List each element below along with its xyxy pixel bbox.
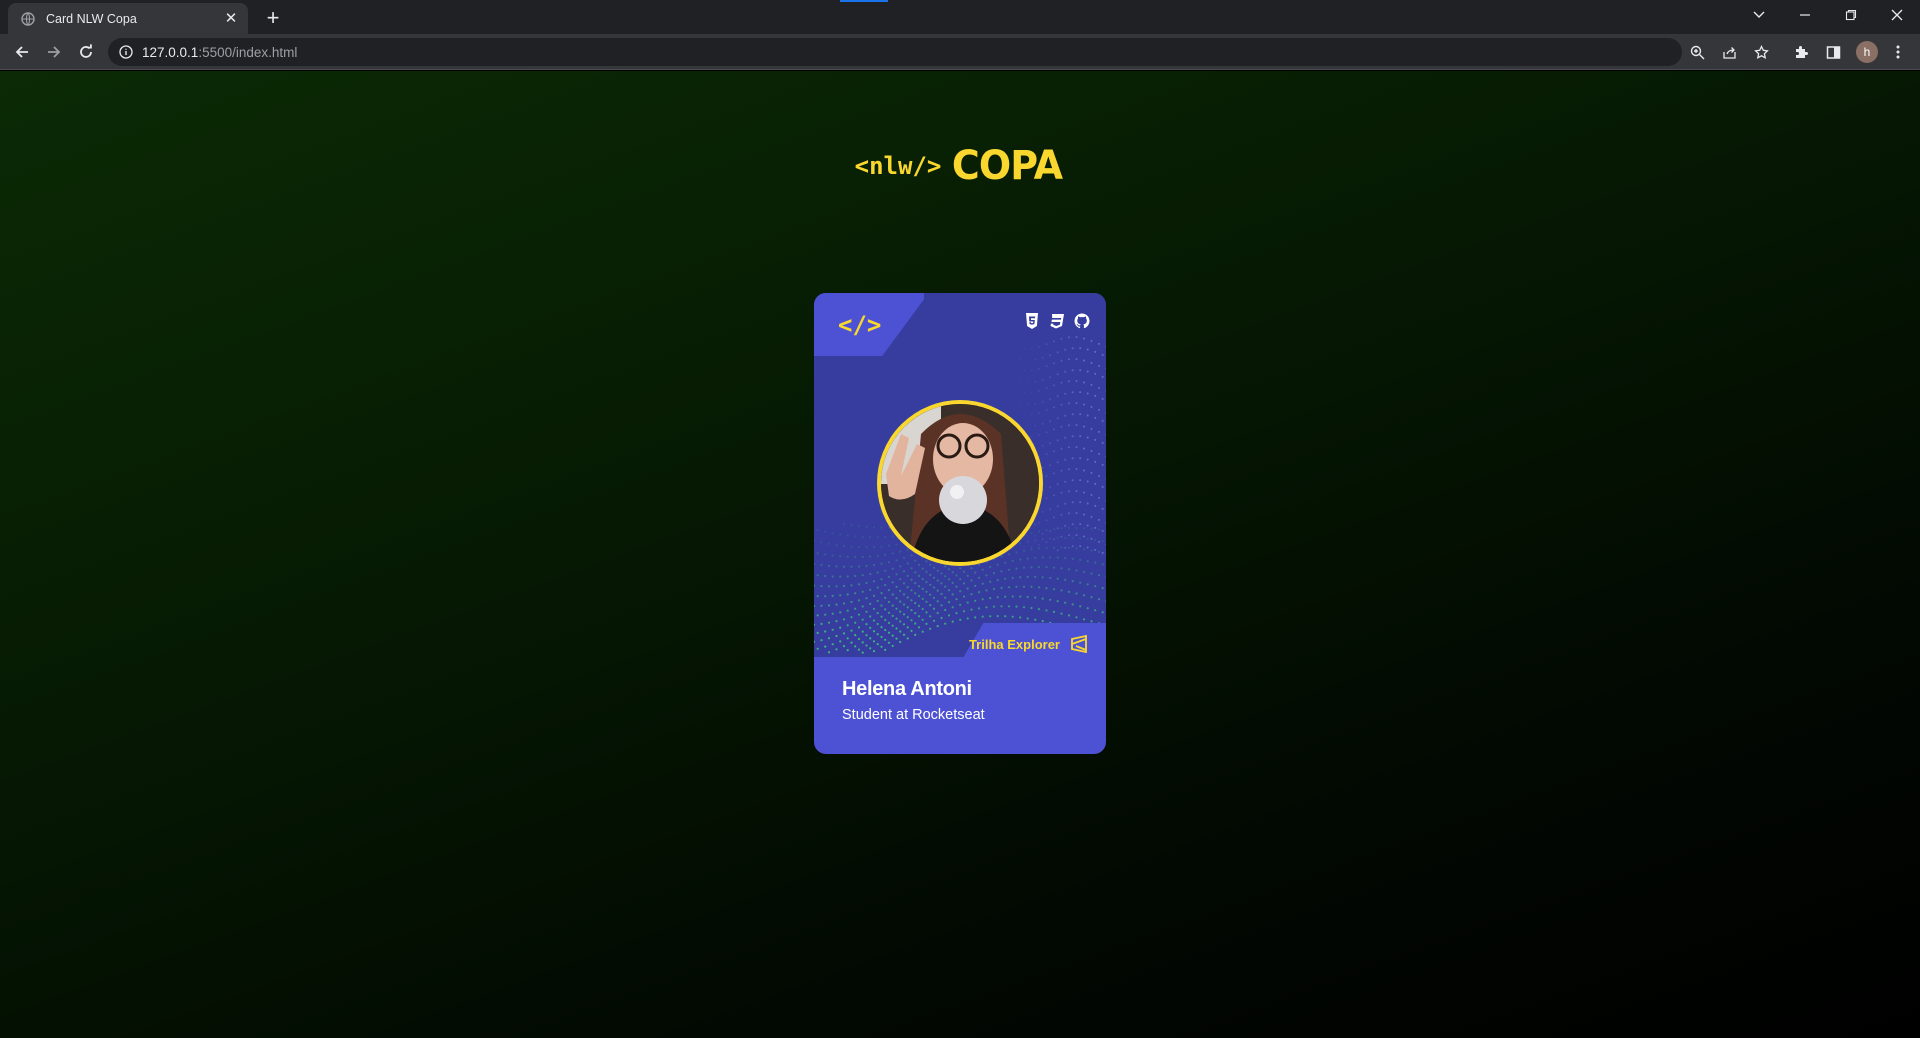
tech-icons <box>1024 313 1090 329</box>
person-role: Student at Rocketseat <box>842 707 985 723</box>
nlw-copa-logo: <nlw/> COPA <box>0 141 1920 191</box>
browser-tab-bar: Card NLW Copa ✕ + <box>0 0 1920 34</box>
logo-tag: <nlw/> <box>854 152 942 180</box>
html5-icon <box>1024 313 1040 329</box>
new-tab-button[interactable]: + <box>259 5 287 31</box>
tab-strip-accent <box>840 0 888 2</box>
restore-icon[interactable] <box>1828 0 1874 30</box>
profile-photo <box>877 400 1043 566</box>
address-bar[interactable]: 127.0.0.1:5500/index.html <box>108 38 1682 66</box>
trilha-label: Trilha Explorer <box>968 636 1060 652</box>
site-info-icon[interactable] <box>118 44 134 60</box>
profile-avatar[interactable]: h <box>1856 41 1878 63</box>
close-window-icon[interactable] <box>1874 0 1920 30</box>
minimize-icon[interactable] <box>1782 0 1828 30</box>
globe-icon <box>20 11 36 27</box>
logo-copa: COPA <box>952 143 1063 189</box>
trilha-badge: Trilha Explorer <box>969 633 1090 655</box>
close-tab-icon[interactable]: ✕ <box>222 10 240 28</box>
tab-title: Card NLW Copa <box>46 11 137 26</box>
css3-icon <box>1049 313 1065 329</box>
explorer-icon <box>1068 633 1090 655</box>
forward-arrow-icon[interactable] <box>40 39 68 65</box>
person-name: Helena Antoni <box>842 678 972 700</box>
url-host: 127.0.0.1 <box>142 44 199 60</box>
page-background: <nlw/> COPA </> Trilha Explorer Helena A… <box>0 71 1920 1038</box>
browser-tab-active[interactable]: Card NLW Copa ✕ <box>8 3 248 34</box>
extensions-puzzle-icon[interactable] <box>1789 40 1813 64</box>
side-panel-icon[interactable] <box>1821 40 1845 64</box>
github-icon <box>1074 313 1090 329</box>
browser-toolbar: 127.0.0.1:5500/index.html <box>0 34 1920 70</box>
code-brackets-icon: </> <box>838 311 882 339</box>
url-path: :5500/index.html <box>198 44 298 60</box>
reload-icon[interactable] <box>72 39 100 65</box>
zoom-icon[interactable] <box>1685 40 1709 64</box>
share-icon[interactable] <box>1717 40 1741 64</box>
back-arrow-icon[interactable] <box>8 39 36 65</box>
profile-card: </> Trilha Explorer Helena Antoni Studen… <box>814 293 1106 754</box>
bookmark-star-icon[interactable] <box>1749 40 1773 64</box>
url-text: 127.0.0.1:5500/index.html <box>142 45 297 60</box>
menu-kebab-icon[interactable] <box>1886 40 1910 64</box>
tab-search-icon[interactable] <box>1736 0 1782 30</box>
